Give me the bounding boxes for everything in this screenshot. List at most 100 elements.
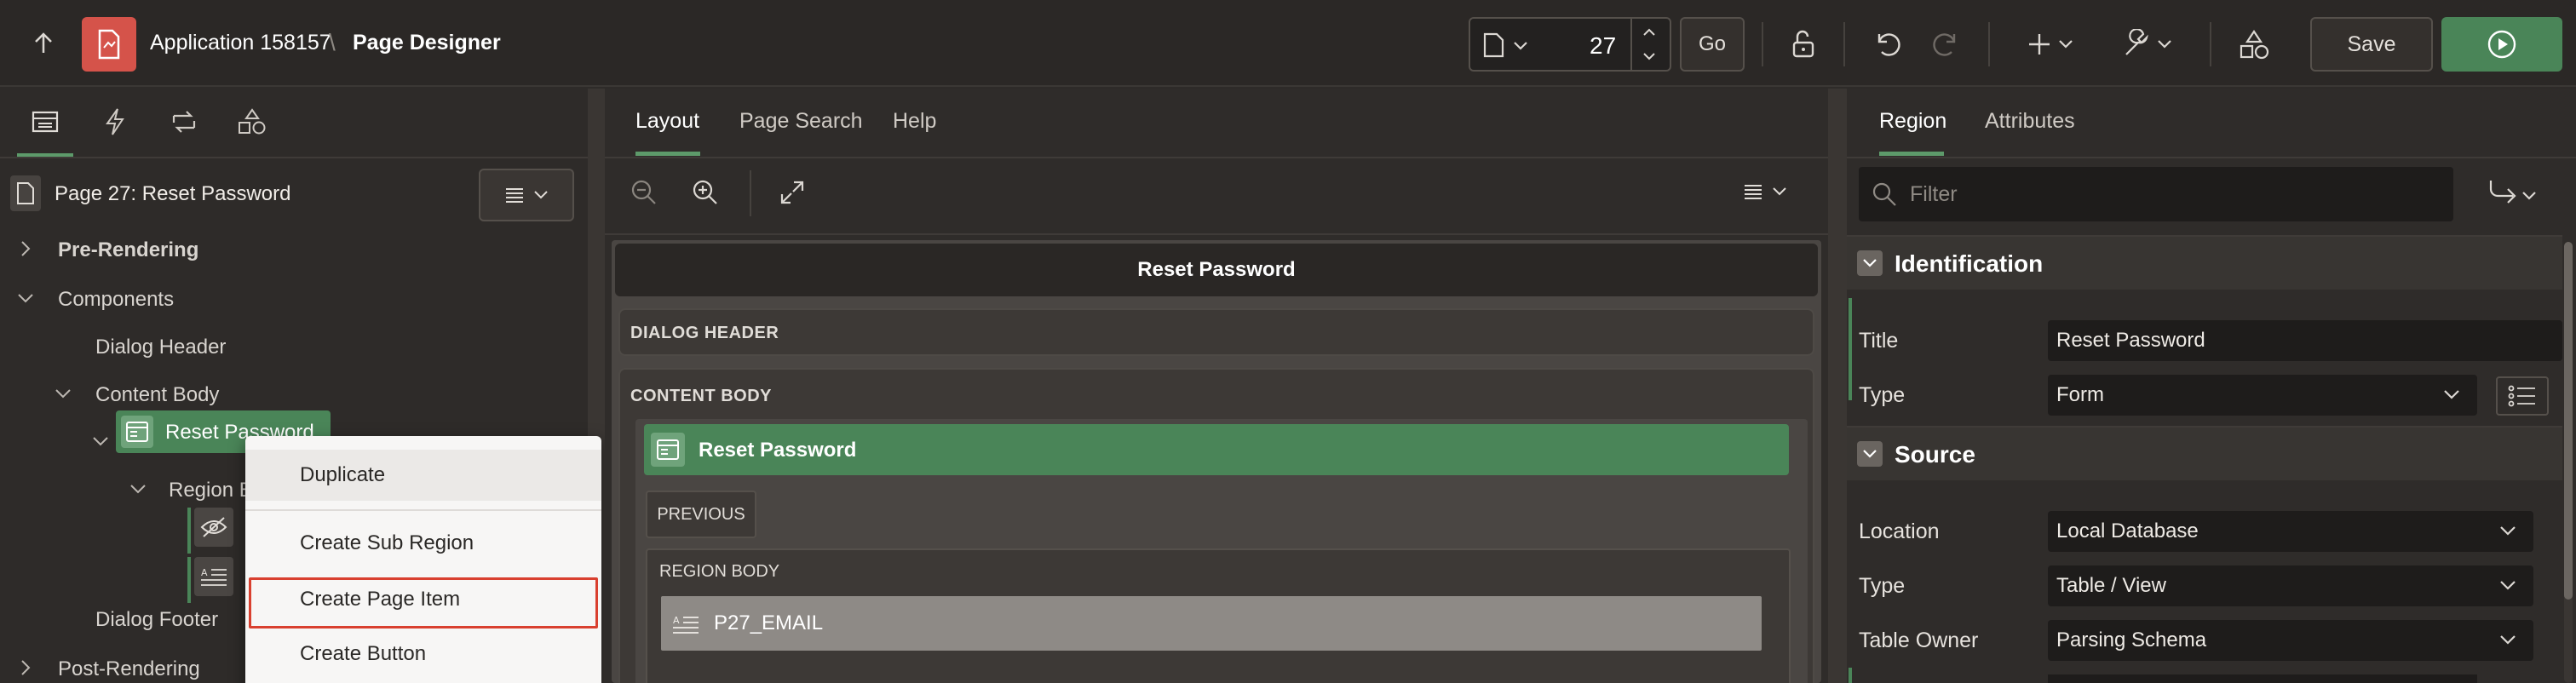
layout-menu-button[interactable] <box>1743 182 1787 201</box>
tree-node-dialog-footer[interactable]: Dialog Footer <box>95 608 218 632</box>
section-source-header[interactable]: Source <box>1847 428 2562 480</box>
dialog-header-slot[interactable]: DIALOG HEADER <box>618 308 1814 356</box>
tree-menu-button[interactable] <box>479 169 574 221</box>
right-splitter[interactable] <box>1828 89 1847 683</box>
region-reset-password[interactable]: Reset Password <box>644 424 1789 475</box>
zoom-in-icon[interactable] <box>690 177 721 208</box>
layout-pane: Layout Page Search Help Reset Password D… <box>605 89 1828 683</box>
save-button[interactable]: Save <box>2310 17 2433 72</box>
filter-placeholder: Filter <box>1910 182 1958 206</box>
chevron-down-icon <box>534 191 548 199</box>
tree-node-pre-rendering[interactable]: Pre-Rendering <box>58 238 198 262</box>
dynamic-actions-tab[interactable] <box>102 107 128 136</box>
collapse-icon <box>1857 250 1883 276</box>
scrollbar[interactable] <box>2564 242 2573 683</box>
expand-icon[interactable] <box>779 179 806 206</box>
chevron-right-icon[interactable] <box>15 238 36 259</box>
chevron-down-icon[interactable] <box>90 431 111 451</box>
undo-icon[interactable] <box>1871 29 1901 60</box>
processing-tab[interactable] <box>169 107 199 136</box>
hidden-item-icon <box>194 508 233 547</box>
tab-region[interactable]: Region <box>1879 109 1946 134</box>
go-button[interactable]: Go <box>1680 17 1745 72</box>
create-menu-button[interactable] <box>2027 29 2075 60</box>
chevron-down-icon <box>2500 526 2516 536</box>
rendering-tab[interactable] <box>31 109 60 135</box>
filter-input[interactable]: Filter <box>1859 167 2453 221</box>
tree-node-content-body[interactable]: Content Body <box>95 383 219 407</box>
search-icon <box>1872 182 1896 206</box>
shared-components-icon[interactable] <box>2239 29 2269 60</box>
previous-slot[interactable]: PREVIOUS <box>646 491 756 538</box>
shared-components-icon <box>239 108 266 135</box>
page-designer-title: Page Designer <box>353 31 501 55</box>
tree-node-dialog-header[interactable]: Dialog Header <box>95 336 226 359</box>
app-icon[interactable] <box>82 17 136 72</box>
type-select[interactable]: Form <box>2048 375 2477 416</box>
slot-label: PREVIOUS <box>657 504 745 524</box>
run-page-button[interactable] <box>2441 17 2562 72</box>
page-number-input[interactable]: 27 <box>1590 32 1616 60</box>
section-identification-header[interactable]: Identification <box>1847 237 2562 290</box>
menu-icon <box>506 188 523 203</box>
location-select[interactable]: Local Database <box>2048 511 2533 552</box>
menu-icon <box>1745 185 1762 199</box>
zoom-out-icon[interactable] <box>629 177 659 208</box>
page-item-label: P27_EMAIL <box>714 611 824 634</box>
tree-node-region-body[interactable]: Region B <box>169 479 253 502</box>
page-item-p27-email[interactable]: A P27_EMAIL <box>661 596 1762 651</box>
lock-icon[interactable] <box>1787 29 1818 60</box>
app-name-link[interactable]: Application 158157 <box>150 31 331 55</box>
shared-components-tab[interactable] <box>237 107 267 136</box>
page-title[interactable]: Page 27: Reset Password <box>55 182 291 206</box>
context-menu: Duplicate Create Sub Region Create Page … <box>245 436 601 683</box>
redo-icon[interactable] <box>1932 29 1963 60</box>
table-owner-select[interactable]: Parsing Schema <box>2048 620 2533 661</box>
region-title: Reset Password <box>699 439 857 462</box>
title-label: Title <box>1859 329 1899 353</box>
list-icon <box>2508 385 2535 407</box>
content-body-slot[interactable]: CONTENT BODY Reset Password PREVIOUS REG… <box>618 368 1814 683</box>
chevron-right-icon[interactable] <box>15 657 36 678</box>
table-owner-value: Parsing Schema <box>2056 628 2207 651</box>
chevron-down-icon <box>2444 390 2459 399</box>
utilities-menu-button[interactable] <box>2121 29 2174 60</box>
menu-item-duplicate[interactable]: Duplicate <box>245 450 601 501</box>
page-down-icon[interactable] <box>1642 51 1656 61</box>
tab-attributes[interactable]: Attributes <box>1985 109 2075 134</box>
source-type-select[interactable]: Table / View <box>2048 565 2533 606</box>
layout-canvas: Reset Password DIALOG HEADER CONTENT BOD… <box>612 240 1821 683</box>
go-to-group-button[interactable] <box>2487 177 2539 211</box>
table-owner-label: Table Owner <box>1859 628 1979 652</box>
up-arrow-icon[interactable] <box>31 31 56 56</box>
chevron-down-icon <box>2500 635 2516 645</box>
property-editor: Region Attributes Filter Identification … <box>1847 89 2576 683</box>
tab-help[interactable]: Help <box>893 109 936 134</box>
source-type-value: Table / View <box>2056 574 2166 597</box>
region-body-slot[interactable]: REGION BODY A P27_EMAIL <box>646 548 1791 683</box>
chevron-down-icon[interactable] <box>15 288 36 308</box>
text-field-icon: A <box>194 557 233 596</box>
list-view-button[interactable] <box>2496 376 2549 416</box>
page-selector[interactable]: 27 <box>1469 17 1671 72</box>
tree-node-post-rendering[interactable]: Post-Rendering <box>58 657 200 681</box>
section-title: Source <box>1895 441 1975 468</box>
chevron-down-icon[interactable] <box>53 383 73 404</box>
text-field-icon: A <box>673 615 699 634</box>
menu-item-create-sub-region[interactable]: Create Sub Region <box>245 518 601 569</box>
page-icon <box>10 175 41 211</box>
tree-node-components[interactable]: Components <box>58 288 174 312</box>
slot-label: DIALOG HEADER <box>630 324 779 342</box>
menu-item-create-button[interactable]: Create Button <box>245 628 601 680</box>
title-field[interactable]: Reset Password <box>2048 320 2562 361</box>
page-title-bar[interactable]: Reset Password <box>615 244 1818 296</box>
chevron-down-icon <box>2500 581 2516 590</box>
source-type-label: Type <box>1859 574 1906 598</box>
region-icon <box>651 433 685 467</box>
page-up-icon[interactable] <box>1642 27 1656 37</box>
tab-page-search[interactable]: Page Search <box>739 109 863 134</box>
next-field[interactable] <box>2048 674 2477 683</box>
type-value: Form <box>2056 383 2104 406</box>
tab-layout[interactable]: Layout <box>635 109 699 134</box>
chevron-down-icon[interactable] <box>128 479 148 499</box>
